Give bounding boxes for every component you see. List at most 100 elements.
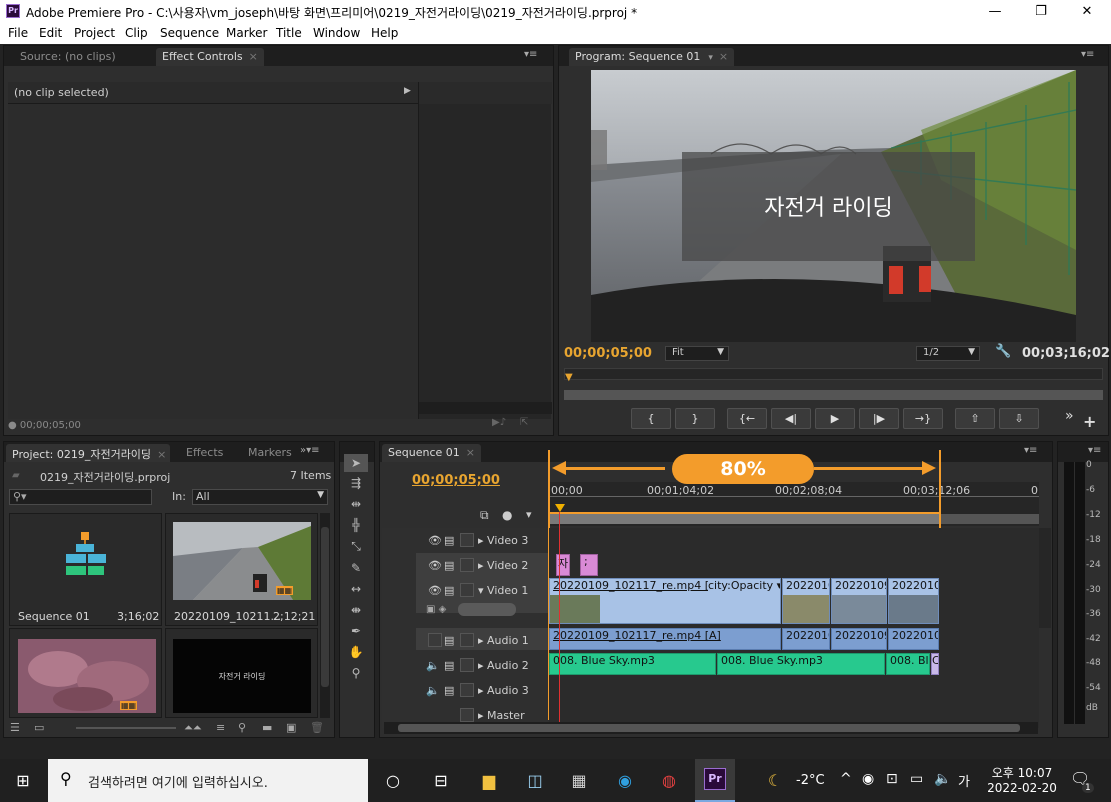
audio-clip[interactable]: 20220109_	[831, 628, 887, 650]
play-button[interactable]: ▶	[815, 408, 855, 429]
menu-sequence[interactable]: Sequence	[160, 26, 219, 40]
work-area-bar[interactable]	[549, 512, 941, 524]
video-clip-main[interactable]: 20220109_102117_re.mp4 [V] city:Opacity …	[549, 578, 781, 624]
mark-out-button[interactable]: }	[675, 408, 715, 429]
opacity-dropdown[interactable]: city:Opacity ▾	[708, 579, 780, 592]
zoom-slider[interactable]	[76, 727, 176, 729]
toggle-checkbox[interactable]	[460, 683, 474, 697]
find-icon[interactable]: ⚲	[238, 721, 246, 734]
ime-indicator[interactable]: 가	[958, 771, 970, 790]
list-view-icon[interactable]: ☰	[10, 721, 20, 734]
step-forward-button[interactable]: |▶	[859, 408, 899, 429]
panel-menu-icon[interactable]: ▾≡	[524, 49, 537, 60]
program-scrubber[interactable]	[564, 368, 1103, 380]
icon-view-icon[interactable]: ▭	[34, 721, 44, 734]
scrollbar[interactable]	[419, 402, 552, 414]
new-bin-icon[interactable]: ▬	[262, 721, 272, 734]
extract-button[interactable]: ⇩	[999, 408, 1039, 429]
snap-icon[interactable]: ⧉	[480, 508, 489, 523]
edge-icon[interactable]: ◉	[612, 768, 638, 794]
notepad-icon[interactable]: ◫	[522, 768, 548, 794]
tab-program[interactable]: Program: Sequence 01 ▾ ×	[569, 48, 735, 66]
video-clip[interactable]: 20220109_	[831, 578, 887, 624]
speaker-icon[interactable]: 🔈	[426, 659, 440, 672]
play-triangle-icon[interactable]: ▶	[404, 86, 411, 96]
eye-icon[interactable]: 👁	[428, 559, 442, 572]
list-icon[interactable]: ≡	[216, 721, 225, 734]
lock-icon[interactable]: ▤	[444, 559, 454, 572]
toggle-checkbox[interactable]	[428, 633, 442, 647]
more-icon[interactable]: »	[1065, 408, 1074, 424]
menu-marker[interactable]: Marker	[226, 26, 267, 40]
panel-menu-icon[interactable]: ▾≡	[1081, 49, 1094, 60]
slip-tool-icon[interactable]: ↔	[344, 580, 368, 598]
menu-title[interactable]: Title	[276, 26, 302, 40]
toggle-checkbox[interactable]	[460, 558, 474, 572]
project-item-video[interactable]: ▦▦ 20220109_10211... 2;12;21	[165, 513, 318, 626]
toggle-checkbox[interactable]	[460, 633, 474, 647]
track-select-tool-icon[interactable]: ⇶	[344, 474, 368, 492]
ripple-edit-tool-icon[interactable]: ⇹	[344, 495, 368, 513]
project-search-input[interactable]: ⚲▾	[9, 489, 152, 505]
close-icon[interactable]: ×	[466, 446, 475, 459]
menu-file[interactable]: File	[8, 26, 28, 40]
timeline-timecode[interactable]: 00;00;05;00	[412, 473, 500, 488]
keyframe-icon[interactable]: ▣ ◈	[426, 604, 446, 615]
minimize-button[interactable]: —	[972, 0, 1018, 23]
eye-icon[interactable]: 👁	[428, 584, 442, 597]
eye-icon[interactable]: 👁	[428, 534, 442, 547]
audio-clip[interactable]: 20220109	[888, 628, 939, 650]
project-scrollbar[interactable]	[320, 513, 330, 718]
menu-project[interactable]: Project	[74, 26, 115, 40]
project-item-clip2[interactable]: ▦▦	[9, 628, 162, 718]
tab-sequence[interactable]: Sequence 01 ×	[382, 444, 481, 462]
lock-icon[interactable]: ▤	[444, 534, 454, 547]
file-explorer-icon[interactable]: ▆	[476, 768, 502, 794]
rolling-edit-tool-icon[interactable]: ╬	[344, 516, 368, 534]
lock-icon[interactable]: ▤	[444, 684, 454, 697]
volume-icon[interactable]: 🔈	[934, 771, 951, 787]
premiere-taskbar-button[interactable]: Pr	[695, 759, 735, 802]
tab-source[interactable]: Source: (no clips)	[14, 48, 122, 66]
zoom-tool-icon[interactable]: ⚲	[344, 664, 368, 682]
close-icon[interactable]: ×	[157, 448, 166, 461]
automate-icon[interactable]: ⏶⏶	[184, 721, 202, 735]
in-dropdown[interactable]: All ▼	[192, 489, 328, 505]
trash-icon[interactable]: 🗑	[310, 721, 324, 734]
microphone-icon[interactable]: ⊡	[886, 771, 898, 787]
system-tray-icon[interactable]: ◉	[862, 771, 874, 787]
video-clip[interactable]: 2022010	[782, 578, 830, 624]
timeline-ruler[interactable]: 00;00 00;01;04;02 00;02;08;04 00;03;12;0…	[549, 482, 1039, 526]
lock-icon[interactable]: ▤	[444, 634, 454, 647]
speaker-icon[interactable]: 🔈	[426, 684, 440, 697]
project-item-title[interactable]: 자전거 라이딩	[165, 628, 318, 718]
chevron-up-icon[interactable]: ^	[840, 771, 852, 787]
timeline-hscrollbar[interactable]	[384, 722, 1038, 734]
weather-text[interactable]: -2°C	[796, 773, 825, 788]
panel-menu-icon[interactable]: ▾≡	[1024, 445, 1037, 456]
wrench-icon[interactable]: 🔧	[995, 344, 1011, 359]
program-timecode[interactable]: 00;00;05;00	[564, 346, 652, 361]
windows-start-icon[interactable]: ⊞	[10, 768, 36, 794]
music-clip[interactable]: C	[931, 653, 939, 675]
lock-icon[interactable]: ▤	[444, 659, 454, 672]
menu-edit[interactable]: Edit	[39, 26, 62, 40]
lock-icon[interactable]: ▤	[444, 584, 454, 597]
project-item-sequence[interactable]: Sequence 01 3;16;02	[9, 513, 162, 626]
close-button[interactable]: ✕	[1064, 0, 1110, 23]
music-clip[interactable]: 008. Blu	[886, 653, 930, 675]
close-icon[interactable]: ×	[249, 50, 258, 63]
calculator-icon[interactable]: ▦	[566, 768, 592, 794]
toggle-checkbox[interactable]	[460, 658, 474, 672]
music-clip[interactable]: 008. Blue Sky.mp3	[549, 653, 716, 675]
playhead-icon[interactable]	[555, 504, 565, 512]
razor-tool-icon[interactable]: ✎	[344, 559, 368, 577]
audio-clip[interactable]: 2022010	[782, 628, 830, 650]
menu-help[interactable]: Help	[371, 26, 398, 40]
pen-tool-icon[interactable]: ✒	[344, 622, 368, 640]
zoom-bar[interactable]	[564, 390, 1103, 400]
music-clip[interactable]: 008. Blue Sky.mp3	[717, 653, 885, 675]
task-view-icon[interactable]: ○	[380, 768, 406, 794]
title-clip[interactable]: ;	[580, 554, 598, 576]
go-to-out-button[interactable]: →}	[903, 408, 943, 429]
